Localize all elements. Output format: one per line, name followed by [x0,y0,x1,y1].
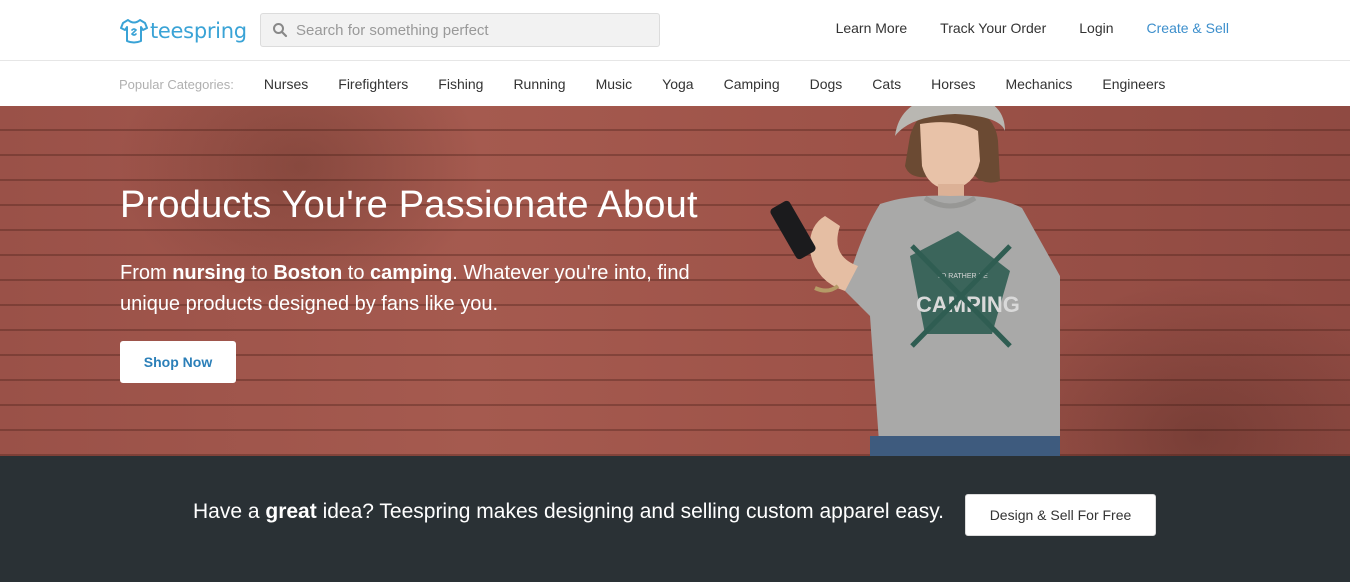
teespring-shirt-icon [120,19,148,44]
hero-banner: Products You're Passionate About From nu… [0,106,1350,456]
login-link[interactable]: Login [1079,20,1113,36]
track-order-link[interactable]: Track Your Order [940,20,1046,36]
category-link[interactable]: Horses [931,76,975,92]
search-bar[interactable] [260,13,660,47]
teespring-logo[interactable]: teespring [119,15,247,47]
category-link[interactable]: Mechanics [1005,76,1072,92]
cta-band: Have a great idea? Teespring makes desig… [0,456,1350,582]
hero-subtitle: From nursing to Boston to camping. Whate… [120,262,690,315]
learn-more-link[interactable]: Learn More [836,20,908,36]
category-link[interactable]: Nurses [264,76,308,92]
site-header: teespring Learn More Track Your Order Lo… [0,0,1350,61]
create-sell-link[interactable]: Create & Sell [1147,20,1229,36]
logo-text: teespring [150,19,247,43]
category-link[interactable]: Camping [724,76,780,92]
category-link[interactable]: Dogs [810,76,843,92]
popular-categories-bar: Popular Categories: Nurses Firefighters … [0,62,1350,106]
category-link[interactable]: Running [513,76,565,92]
search-input[interactable] [296,21,646,39]
category-link[interactable]: Music [596,76,633,92]
cta-text: Have a great idea? Teespring makes desig… [193,500,945,523]
shop-now-button[interactable]: Shop Now [120,341,236,383]
category-link[interactable]: Firefighters [338,76,408,92]
page: teespring Learn More Track Your Order Lo… [0,0,1350,582]
category-link[interactable]: Cats [872,76,901,92]
hero-model-image: I'D RATHER BE CAMPING [770,106,1060,456]
category-link[interactable]: Yoga [662,76,693,92]
popular-categories-label: Popular Categories: [119,76,234,92]
category-link[interactable]: Fishing [438,76,483,92]
category-link[interactable]: Engineers [1102,76,1165,92]
hero-title: Products You're Passionate About [120,184,698,226]
design-sell-button[interactable]: Design & Sell For Free [965,494,1156,536]
search-icon [273,23,288,38]
top-nav: Learn More Track Your Order Login Create… [803,20,1229,36]
